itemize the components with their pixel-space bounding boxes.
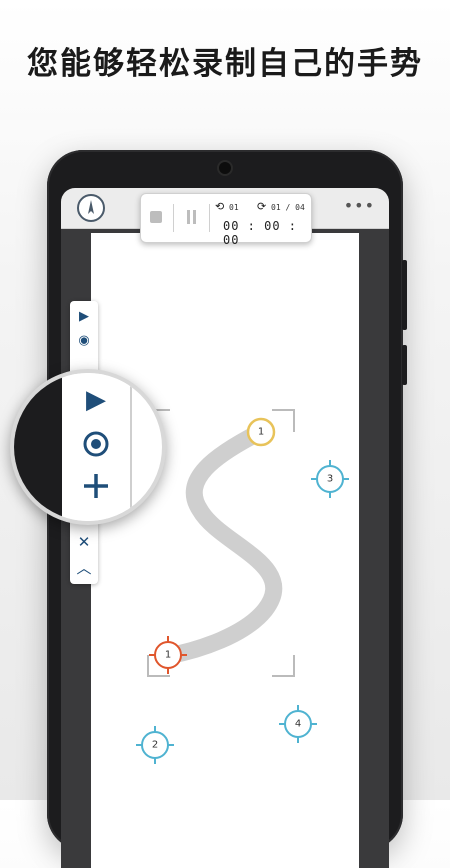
target-icon[interactable]: ◉ bbox=[70, 333, 98, 348]
target-icon[interactable] bbox=[62, 429, 130, 463]
play-icon[interactable]: ▶ bbox=[70, 309, 98, 324]
target-two-label: 2 bbox=[152, 740, 158, 751]
corner-bracket bbox=[272, 409, 295, 432]
target-four-label: 4 bbox=[295, 719, 301, 730]
target-start-label: 1 bbox=[258, 427, 264, 438]
corner-bracket bbox=[272, 655, 295, 677]
target-end-label: 1 bbox=[165, 650, 171, 661]
chevron-up-icon[interactable]: ︿ bbox=[70, 557, 98, 578]
magnified-phone-bezel bbox=[14, 373, 62, 521]
close-icon[interactable]: ✕ bbox=[70, 533, 98, 551]
play-icon[interactable]: ▶ bbox=[62, 385, 130, 415]
magnifier-callout: ▶ bbox=[10, 369, 166, 525]
add-icon[interactable] bbox=[62, 471, 130, 505]
target-start[interactable]: 1 bbox=[246, 417, 276, 447]
target-three[interactable]: 3 bbox=[311, 460, 349, 498]
target-three-label: 3 bbox=[327, 474, 333, 485]
gesture-path bbox=[159, 423, 282, 665]
target-end[interactable]: 1 bbox=[149, 636, 187, 674]
target-four[interactable]: 4 bbox=[279, 705, 317, 743]
target-two[interactable]: 2 bbox=[136, 726, 174, 764]
magnified-toolbar: ▶ bbox=[62, 373, 132, 521]
